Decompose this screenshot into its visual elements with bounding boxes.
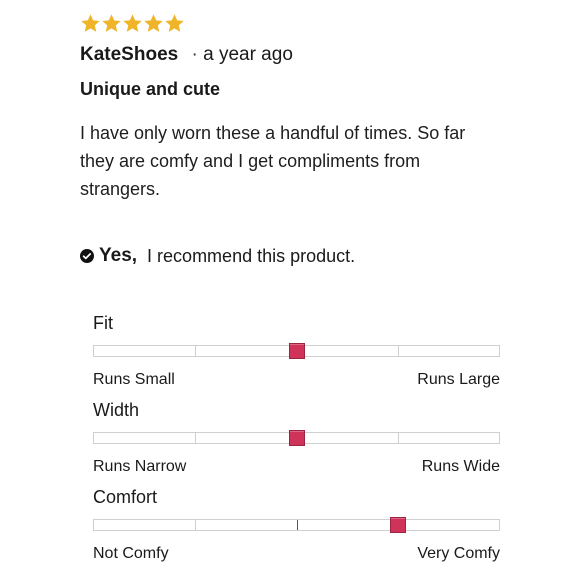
comfort-min-label: Not Comfy — [93, 545, 169, 562]
author-name[interactable]: KateShoes — [80, 44, 178, 65]
width-min-label: Runs Narrow — [93, 458, 187, 475]
slider-tick — [397, 433, 399, 443]
review-body: I have only worn these a handful of time… — [80, 123, 466, 199]
star-icon — [101, 13, 122, 34]
star-icon — [122, 13, 143, 34]
slider-tick — [195, 520, 197, 530]
star-icon — [143, 13, 164, 34]
fit-min-label: Runs Small — [93, 371, 175, 388]
byline-separator: · — [191, 44, 198, 65]
fit-slider-thumb — [288, 343, 305, 359]
width-slider — [93, 430, 500, 446]
check-circle-icon — [80, 249, 94, 263]
slider-tick — [397, 346, 399, 356]
slider-tick — [195, 433, 197, 443]
slider-tick — [296, 520, 298, 530]
fit-label: Fit — [93, 313, 113, 333]
recommend-text: I recommend this product. — [147, 246, 356, 266]
width-max-label: Runs Wide — [421, 458, 500, 475]
fit-slider — [93, 343, 500, 359]
review-time: a year ago — [203, 44, 293, 65]
comfort-label: Comfort — [93, 487, 158, 507]
slider-tick — [195, 346, 197, 356]
star-icon — [80, 13, 101, 34]
star-rating — [80, 13, 185, 34]
recommend-answer: Yes, — [99, 245, 138, 266]
comfort-slider-thumb — [389, 517, 406, 533]
comfort-slider — [93, 517, 500, 533]
width-label: Width — [93, 400, 140, 420]
comfort-max-label: Very Comfy — [417, 545, 500, 562]
recommend-row: Yes, I recommend this product. — [80, 244, 355, 268]
star-icon — [164, 13, 185, 34]
fit-max-label: Runs Large — [417, 371, 500, 388]
review-byline: KateShoes · a year ago — [80, 44, 293, 66]
review-title: Unique and cute — [80, 79, 221, 99]
width-slider-thumb — [288, 430, 305, 446]
